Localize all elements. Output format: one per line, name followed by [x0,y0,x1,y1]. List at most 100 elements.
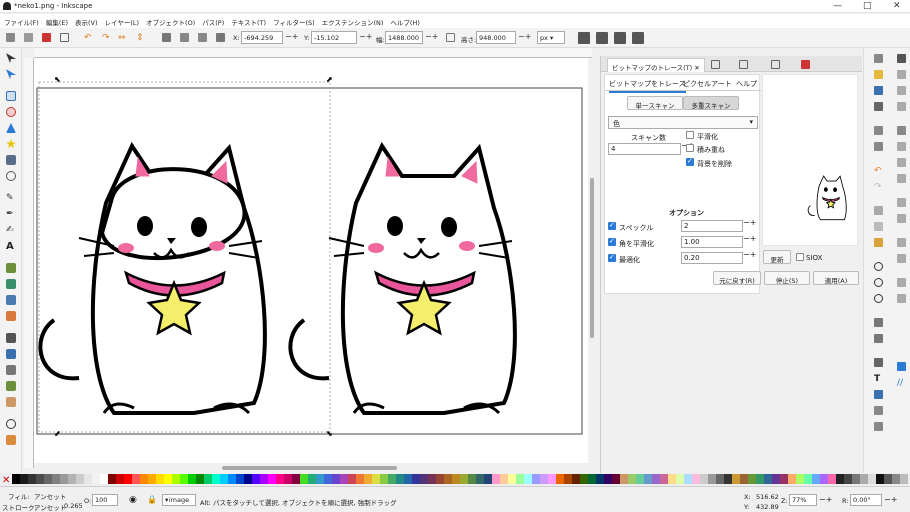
optimize-stepper[interactable]: −+ [743,250,756,259]
3d-box-tool-icon[interactable] [6,123,16,133]
optimize-field[interactable]: 0.20 [681,252,743,264]
rotation-stepper[interactable]: −+ [884,495,897,504]
width-stepper[interactable]: −+ [425,32,438,41]
snap-guide-icon[interactable] [897,362,906,371]
transform-gradient-icon[interactable] [614,32,626,44]
hscroll-thumb[interactable] [222,466,397,470]
ellipse-tool-icon[interactable] [6,107,16,117]
node-tool-icon[interactable] [6,69,16,79]
zoom-field[interactable]: 77% [789,494,817,506]
dock-tab-icon-3[interactable] [771,60,780,69]
clone-icon[interactable] [874,334,883,343]
lock-icon[interactable]: 🔒 [147,495,157,504]
stroke-width-value[interactable]: 0.265 [64,502,83,510]
selector-tool-icon[interactable] [6,53,16,63]
y-field[interactable]: -15.102 [311,31,357,44]
gradient-tool-icon[interactable] [6,295,16,305]
snap-bbox-icon[interactable] [897,70,906,79]
width-field[interactable]: 1488.000 [385,31,423,44]
scans-field[interactable]: 4 [608,143,681,155]
duplicate-icon[interactable] [874,318,883,327]
dock-tab-icon-4[interactable] [801,60,810,69]
menu-filters[interactable]: フィルター(S) [269,14,318,27]
snap-path-icon[interactable] [897,142,906,151]
maximize-button[interactable]: □ [863,1,872,11]
snap-bbox-corner-icon[interactable] [897,102,906,111]
visibility-eye-icon[interactable]: ◉ [129,495,137,505]
zoom-tool-icon[interactable] [6,419,16,429]
undo-icon[interactable]: ↶ [874,166,883,176]
menu-view[interactable]: 表示(V) [71,14,101,27]
paste-icon[interactable] [874,238,883,247]
x-field[interactable]: -694.259 [241,31,283,44]
flip-vertical-icon[interactable]: ⇕ [136,33,145,43]
siox-checkbox[interactable] [796,253,804,261]
snap-perpendicular-icon[interactable]: // [897,378,906,388]
copy-icon[interactable] [874,206,883,215]
raise-icon[interactable] [180,33,189,42]
optimize-checkbox[interactable] [608,253,616,262]
menu-file[interactable]: ファイル(F) [0,14,42,27]
snap-grid-icon[interactable] [897,294,906,303]
align-icon[interactable] [874,406,883,415]
measure-tool-icon[interactable] [6,397,16,407]
multi-scan-button[interactable]: 多重スキャン [683,96,739,110]
snap-cusp-icon[interactable] [897,174,906,183]
snap-text-baseline-icon[interactable] [897,254,906,263]
eraser-tool-icon[interactable] [6,365,16,375]
deselect-icon[interactable] [42,33,51,42]
menu-help[interactable]: ヘルプ(H) [386,14,422,27]
import-icon[interactable] [874,126,883,135]
y-stepper[interactable]: −+ [359,32,372,41]
snap-nodes-icon[interactable] [897,126,906,135]
corners-stepper[interactable]: −+ [743,234,756,243]
speckles-checkbox[interactable] [608,221,616,230]
cut-icon[interactable] [874,222,883,231]
select-all-layers-icon[interactable] [24,33,33,42]
paint-bucket-tool-icon[interactable] [6,349,16,359]
dock-tab-icon-2[interactable] [739,60,748,69]
select-same-icon[interactable] [60,33,69,42]
height-field[interactable]: 948.000 [476,31,516,44]
reset-button[interactable]: 元に戻す(R) [713,271,761,285]
snap-rotation-center-icon[interactable] [897,238,906,247]
menu-path[interactable]: パス(P) [198,14,227,27]
dock-tab-icon-1[interactable] [711,60,720,69]
speckles-field[interactable]: 2 [681,220,743,232]
vscroll-thumb[interactable] [590,178,594,338]
color-palette[interactable]: ✕ [0,473,910,486]
opacity-field[interactable]: 100 [92,494,118,506]
snap-bbox-edge-icon[interactable] [897,86,906,95]
menu-text[interactable]: テキスト(T) [227,14,269,27]
snap-page-border-icon[interactable] [897,278,906,287]
rotate-ccw-icon[interactable]: ↶ [84,33,93,43]
scale-stroke-icon[interactable] [578,32,590,44]
canvas-hscroll[interactable] [34,463,590,472]
subtab-help[interactable]: ヘルプ [736,79,757,89]
preferences-icon[interactable] [874,422,883,431]
box3d-icon[interactable] [6,155,16,165]
group-icon[interactable] [874,358,883,367]
update-button[interactable]: 更新 [763,250,791,264]
zoom-selection-icon[interactable] [874,262,883,271]
canvas[interactable]: ⬉ ⬈ ⬋ ⬊ [34,58,590,463]
lower-icon[interactable] [198,33,207,42]
fill-value[interactable]: アンセット [34,491,66,501]
text-tool-icon[interactable]: A [6,241,16,252]
tab-trace-bitmap[interactable]: ビットマップのトレース(T) ✕ [607,58,705,72]
corners-field[interactable]: 1.00 [681,236,743,248]
new-doc-icon[interactable] [874,54,883,63]
menu-extensions[interactable]: エクステンション(N) [318,14,387,27]
connector-tool-icon[interactable] [6,381,16,391]
dropper-tool-icon[interactable] [6,333,16,343]
transform-pattern-icon[interactable] [632,32,644,44]
lower-to-bottom-icon[interactable] [216,33,225,42]
subtab-trace[interactable]: ビットマップをトレース [609,79,686,93]
layer-select[interactable]: •image ▾ [162,494,196,506]
stroke-value[interactable]: アンセット [34,502,66,512]
zoom-stepper[interactable]: −+ [819,495,832,504]
zoom-drawing-icon[interactable] [874,278,883,287]
spiral-tool-icon[interactable] [6,171,16,181]
snap-midpoint-icon[interactable] [897,198,906,207]
tweak-tool-icon[interactable] [6,279,16,289]
